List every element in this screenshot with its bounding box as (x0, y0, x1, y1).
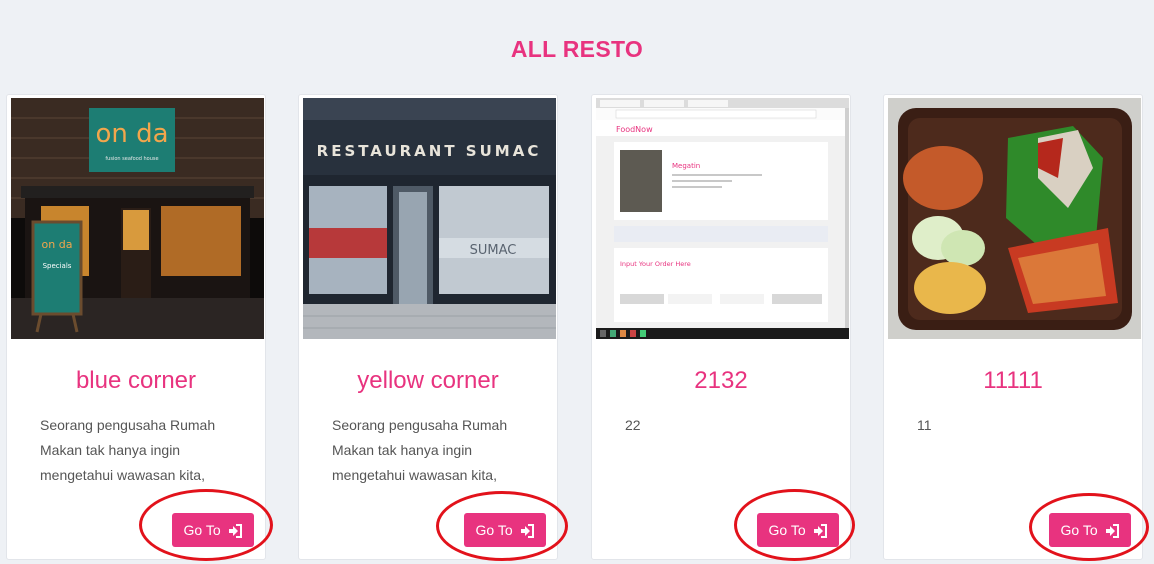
resto-card: RESTAURANT SUMAC SUMAC yellow corner Seo… (298, 94, 558, 560)
go-to-label: Go To (183, 522, 221, 538)
resto-card: 11111 11 Go To (883, 94, 1143, 560)
resto-image (888, 98, 1141, 339)
sign-in-icon (1105, 524, 1119, 538)
screenshot-order-heading: Input Your Order Here (620, 260, 691, 268)
resto-name: 11111 (983, 367, 1043, 394)
go-to-button[interactable]: Go To (757, 513, 839, 547)
logo-subtext: fusion seafood house (105, 156, 158, 162)
go-to-label: Go To (768, 522, 806, 538)
resto-image: FoodNow Megatin Input Your Order Here (596, 98, 849, 339)
logo-text: on da (95, 119, 168, 149)
resto-name: blue corner (75, 367, 197, 394)
resto-card: on da fusion seafood house on da Special… (6, 94, 266, 560)
resto-description: Seorang pengusaha Rumah Makan tak hanya … (40, 417, 216, 483)
resto-image: on da fusion seafood house on da Special… (11, 98, 264, 339)
go-to-button[interactable]: Go To (172, 513, 254, 547)
resto-image: RESTAURANT SUMAC SUMAC (303, 98, 556, 339)
svg-text:on da: on da (42, 238, 73, 251)
board-title: Specials (43, 262, 72, 270)
window-text: SUMAC (470, 243, 517, 258)
page-title: ALL RESTO (510, 36, 644, 62)
resto-description: 22 (625, 417, 641, 433)
go-to-label: Go To (1060, 522, 1098, 538)
resto-card: FoodNow Megatin Input Your Order Here 21… (591, 94, 851, 560)
sign-in-icon (813, 524, 827, 538)
go-to-label: Go To (475, 522, 513, 538)
screenshot-resto: Megatin (672, 162, 700, 170)
sign-in-icon (520, 524, 534, 538)
go-to-button[interactable]: Go To (1049, 513, 1131, 547)
resto-description: Seorang pengusaha Rumah Makan tak hanya … (332, 417, 508, 483)
go-to-button[interactable]: Go To (464, 513, 546, 547)
resto-name: yellow corner (357, 367, 499, 394)
resto-name: 2132 (694, 367, 748, 394)
restaurant-sign: RESTAURANT SUMAC (317, 142, 542, 160)
sign-in-icon (228, 524, 242, 538)
resto-description: 11 (917, 417, 932, 433)
screenshot-brand: FoodNow (616, 125, 653, 134)
